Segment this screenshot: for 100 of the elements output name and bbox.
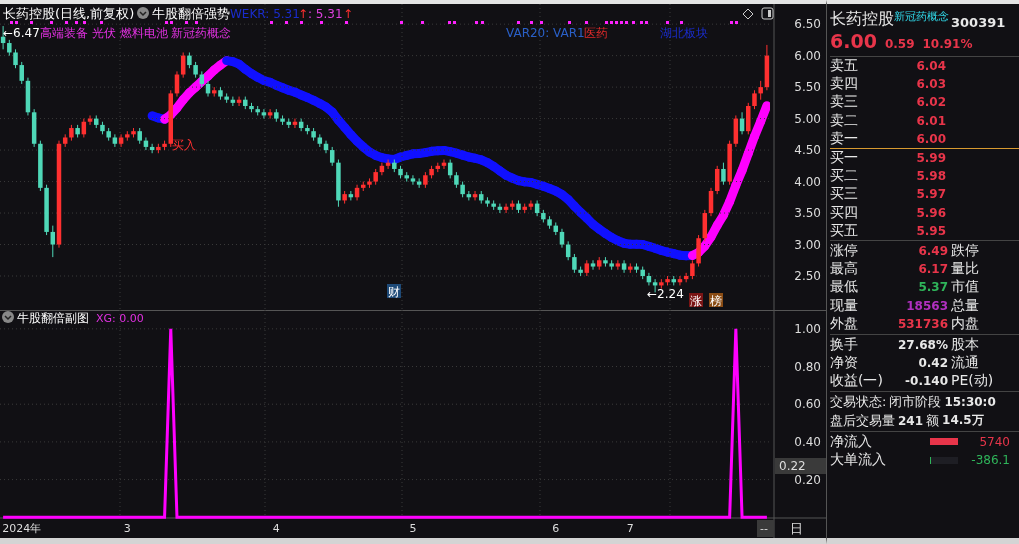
flow-label: 净流入 [830, 432, 873, 451]
period-label[interactable]: 日 [790, 521, 803, 536]
event-tag[interactable]: 涨 [689, 293, 703, 308]
order-level-label: 买四 [830, 203, 859, 222]
stat-label: 市值 [951, 278, 979, 297]
candlestick [329, 146, 335, 167]
date-axis-label: 5 [409, 522, 417, 535]
price-axis-label: 3.00 [794, 237, 821, 252]
stat-value: 18563 [905, 298, 948, 313]
concept-label: 新冠药概念 [894, 9, 949, 23]
arrow-mark: ↑ [298, 7, 309, 21]
candlestick [615, 259, 621, 271]
order-price: 5.99 [915, 151, 946, 166]
date-axis-label: 2024年 [2, 522, 42, 535]
stat-label: 收益(一) [830, 372, 884, 391]
stat-label: 现量 [830, 296, 859, 315]
order-price: 6.03 [915, 77, 946, 92]
stat-label: 外盘 [830, 314, 859, 333]
stat-label: 总量 [951, 296, 979, 315]
sub-chart-title: 牛股翻倍副图 [17, 311, 89, 325]
candlestick [118, 133, 124, 148]
panel-icon[interactable] [761, 7, 774, 20]
stat-label: 涨停 [830, 241, 859, 260]
collapse-icon[interactable] [137, 7, 149, 19]
stat-value: 0.42 [917, 356, 948, 371]
stat-label: 净资 [830, 354, 859, 373]
current-value-label: 0.22 [775, 458, 826, 474]
stock-name: 长药控股 [830, 9, 894, 30]
concept-labels: 高端装备 光伏 燃料电池 新冠药概念 [40, 26, 232, 40]
collapse-icon[interactable] [2, 311, 14, 323]
status-label: 盘后交易量 [830, 411, 895, 430]
order-level-label: 买一 [830, 149, 859, 168]
value-axis-label: 1.00 [794, 321, 821, 336]
change-percent: 10.91% [922, 37, 973, 51]
candlestick [758, 80, 763, 101]
event-tag[interactable]: 榜 [709, 293, 723, 308]
flow-label: 大单流入 [830, 451, 887, 470]
price-axis-label: 4.50 [794, 143, 821, 158]
candlestick [13, 48, 18, 69]
order-level-label: 卖二 [830, 111, 859, 130]
price-axis-label: 4.00 [794, 174, 821, 189]
value-axis-label: 0.20 [794, 472, 821, 487]
price-axis-label: 6.50 [794, 17, 821, 32]
stat-label: 流通 [951, 354, 979, 373]
chart-title: 长药控股(日线,前复权) [3, 6, 135, 21]
stat-label: 量比 [951, 260, 979, 279]
candlestick [19, 61, 24, 85]
stat-value: -0.140 [904, 374, 948, 389]
status-value: 14.5万 [942, 412, 984, 430]
event-tag[interactable]: 财 [387, 284, 401, 299]
stat-label: 最高 [830, 260, 859, 279]
price-axis-label: 5.00 [794, 111, 821, 126]
price-change: 0.59 [884, 37, 915, 51]
flow-value: 5740 [978, 434, 1010, 449]
stat-value: 27.68% [897, 337, 948, 352]
order-level-label: 买三 [830, 185, 859, 204]
value-axis-label: 0.60 [794, 397, 821, 412]
stat-label: 内盘 [951, 314, 979, 333]
xg-reading: XG: 0.00 [96, 312, 144, 325]
wekr-reading: WEKR: 5.31 [230, 7, 300, 21]
date-axis-label: 7 [626, 522, 634, 535]
low-price-marker: ←2.24 [647, 287, 684, 301]
price-axis-label: 6.00 [794, 48, 821, 63]
stat-value: 531736 [896, 316, 948, 331]
buy-signal-label: 买入 [172, 138, 196, 152]
indicator-reading: : 5.31 [308, 7, 343, 21]
scroll-end-button[interactable]: -- [757, 520, 774, 537]
order-price: 6.01 [915, 113, 946, 128]
status-value: 241 [898, 413, 924, 428]
candlestick [721, 162, 726, 186]
status-value: 闭市阶段 [889, 393, 942, 412]
candlestick [621, 259, 627, 274]
indicator-name: 牛股翻倍强势 [152, 6, 230, 21]
order-level-label: 卖一 [830, 129, 859, 148]
order-level-label: 卖四 [830, 75, 859, 94]
sector-label: 医药 [584, 26, 608, 40]
order-price: 5.96 [915, 205, 946, 220]
date-axis-label: 6 [552, 522, 560, 535]
price-axis-label: 2.50 [794, 269, 821, 283]
arrow-mark: ↑ [343, 7, 354, 21]
diamond-icon[interactable] [742, 8, 754, 20]
order-level-label: 卖三 [830, 93, 859, 112]
stat-label: 股本 [951, 335, 979, 354]
status-label: 额 [926, 411, 940, 430]
candlestick [572, 253, 577, 274]
candlestick [112, 133, 118, 148]
candlestick [590, 259, 596, 271]
candlestick [50, 225, 56, 258]
region-label: 湖北板块 [660, 26, 708, 40]
order-level-label: 卖五 [830, 57, 859, 76]
order-level-label: 买二 [830, 167, 859, 186]
price-axis-label: 5.50 [794, 80, 821, 95]
high-price-marker: ←6.47 [3, 26, 40, 40]
stat-label: 跌停 [951, 241, 979, 260]
candlestick [559, 228, 565, 249]
order-price: 6.02 [915, 95, 946, 110]
var-label: VAR20: VAR1 [506, 26, 585, 40]
stat-value: 6.17 [917, 262, 948, 277]
stock-code: 300391 [951, 15, 1006, 30]
flow-value: -386.1 [970, 453, 1010, 468]
